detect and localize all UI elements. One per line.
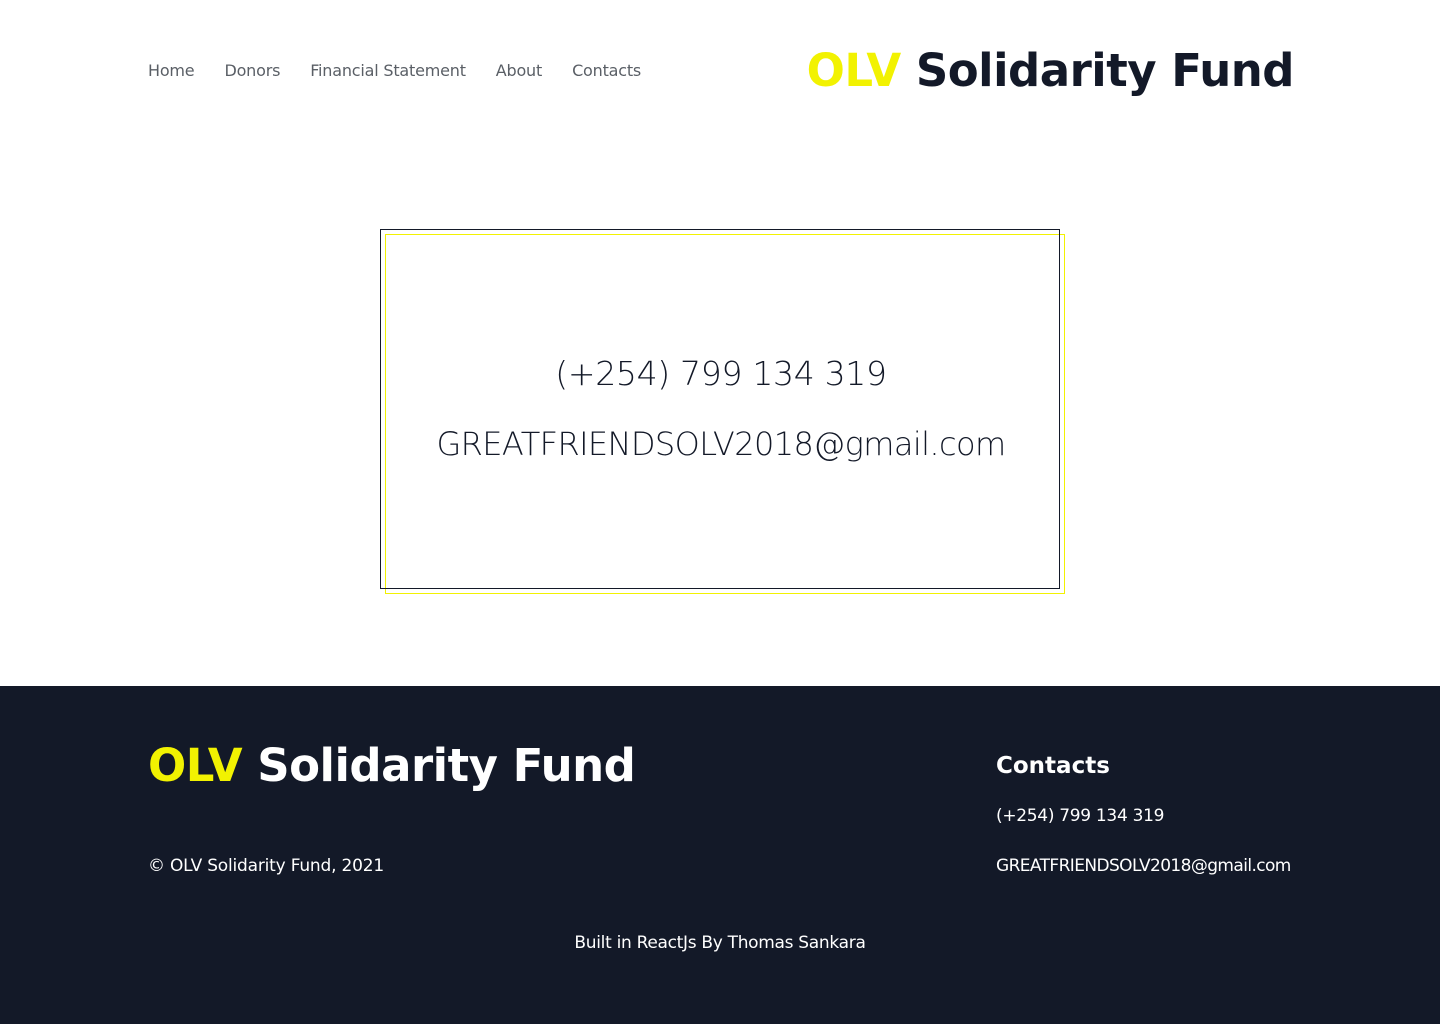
logo-name: Solidarity Fund <box>915 44 1295 97</box>
page: Home Donors Financial Statement About Co… <box>0 0 1440 1024</box>
logo-accent: OLV <box>806 44 902 97</box>
footer-contacts: Contacts (+254) 799 134 319 GREATFRIENDS… <box>996 752 1291 876</box>
nav-contacts[interactable]: Contacts <box>572 60 641 82</box>
contact-card: (+254) 799 134 319 GREATFRIENDSOLV2018@g… <box>380 229 1066 595</box>
contact-email[interactable]: GREATFRIENDSOLV2018@gmail.com <box>381 422 1061 466</box>
copyright-text: © OLV Solidarity Fund, 2021 <box>148 856 384 876</box>
footer-email[interactable]: GREATFRIENDSOLV2018@gmail.com <box>996 854 1291 878</box>
header: Home Donors Financial Statement About Co… <box>0 0 1440 140</box>
contact-phone[interactable]: (+254) 799 134 319 <box>381 352 1061 396</box>
header-logo[interactable]: OLV Solidarity Fund <box>806 44 1295 98</box>
footer-logo[interactable]: OLV Solidarity Fund <box>148 738 636 794</box>
built-by-credit: Built in ReactJs By Thomas Sankara <box>574 933 866 953</box>
footer-contacts-title: Contacts <box>996 753 1110 779</box>
nav-financial-statement[interactable]: Financial Statement <box>310 60 466 82</box>
nav-home[interactable]: Home <box>148 60 195 82</box>
footer: OLV Solidarity Fund © OLV Solidarity Fun… <box>0 686 1440 1024</box>
footer-phone[interactable]: (+254) 799 134 319 <box>996 804 1164 828</box>
footer-logo-name: Solidarity Fund <box>257 739 636 792</box>
nav-donors[interactable]: Donors <box>224 60 280 82</box>
footer-logo-accent: OLV <box>148 739 243 792</box>
contact-card-box: (+254) 799 134 319 GREATFRIENDSOLV2018@g… <box>380 229 1060 589</box>
main-nav: Home Donors Financial Statement About Co… <box>148 60 641 82</box>
nav-about[interactable]: About <box>496 60 543 82</box>
